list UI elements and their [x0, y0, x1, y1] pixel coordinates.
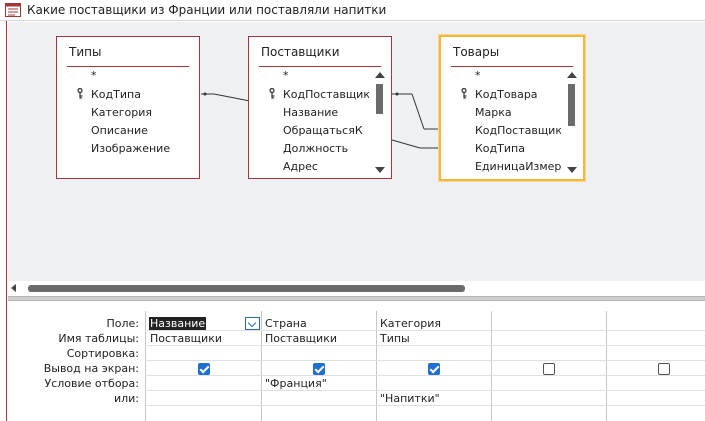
field-item[interactable]: Адрес: [283, 160, 318, 173]
grid-row-divider: [145, 360, 705, 361]
scroll-thumb[interactable]: [28, 285, 465, 292]
row-label-sort: Сортировка:: [66, 347, 139, 360]
diagram-horizontal-scrollbar[interactable]: [8, 281, 705, 295]
title-bar: Какие поставщики из Франции или поставля…: [0, 0, 705, 21]
field-item[interactable]: КодПоставщика: [283, 88, 369, 101]
table-title: Товары: [453, 45, 500, 59]
table-products[interactable]: Товары * КодТовара Марка КодПоставщика К…: [439, 35, 585, 181]
field-item[interactable]: Описание: [91, 124, 148, 137]
scroll-thumb[interactable]: [568, 84, 575, 126]
row-label-or: или:: [113, 392, 139, 405]
grid-row-divider: [145, 330, 705, 331]
chevron-down-icon[interactable]: [245, 317, 260, 330]
scroll-up-icon[interactable]: [567, 72, 577, 78]
scroll-thumb[interactable]: [376, 84, 383, 114]
primary-key-icon: [269, 88, 275, 99]
field-cell[interactable]: Страна: [265, 317, 307, 330]
grid-row-divider: [145, 390, 705, 391]
field-item[interactable]: *: [475, 69, 481, 82]
table-scrollbar[interactable]: [566, 70, 578, 175]
field-item[interactable]: Должность: [283, 142, 348, 155]
field-cell[interactable]: Название: [149, 317, 207, 330]
title-divider: [67, 66, 189, 67]
window-title: Какие поставщики из Франции или поставля…: [27, 3, 387, 17]
scroll-up-icon[interactable]: [375, 72, 385, 78]
show-checkbox[interactable]: [198, 363, 210, 375]
grid-row-divider: [145, 405, 705, 406]
field-item[interactable]: ЕдиницаИзмере: [475, 160, 561, 173]
field-item[interactable]: Название: [283, 106, 338, 119]
field-item[interactable]: *: [283, 69, 289, 82]
row-label-field: Поле:: [106, 317, 139, 330]
show-checkbox[interactable]: [543, 363, 555, 375]
field-item[interactable]: КодТипа: [475, 142, 525, 155]
table-cell[interactable]: Поставщики: [265, 332, 337, 345]
title-divider: [259, 66, 381, 67]
table-cell[interactable]: Типы: [380, 332, 410, 345]
field-item[interactable]: Изображение: [91, 142, 170, 155]
query-grid[interactable]: Поле: Имя таблицы: Сортировка: Вывод на …: [8, 301, 705, 421]
table-cell[interactable]: Поставщики: [150, 332, 222, 345]
field-item[interactable]: Марка: [475, 106, 512, 119]
query-design-icon: [5, 3, 21, 17]
grid-row-divider: [145, 375, 705, 376]
field-item[interactable]: ОбращатьсяК: [283, 124, 369, 137]
or-cell[interactable]: "Напитки": [380, 392, 440, 405]
grid-row-divider: [145, 345, 705, 346]
show-checkbox[interactable]: [313, 363, 325, 375]
row-label-show: Вывод на экран:: [43, 362, 139, 375]
table-scrollbar[interactable]: [374, 70, 386, 175]
field-item[interactable]: *: [91, 69, 97, 82]
left-border: [0, 21, 7, 421]
show-checkbox[interactable]: [428, 363, 440, 375]
show-checkbox[interactable]: [658, 363, 670, 375]
table-types[interactable]: Типы * КодТипа Категория Описание Изобра…: [56, 36, 200, 179]
table-title: Типы: [69, 45, 102, 59]
field-cell[interactable]: Категория: [380, 317, 441, 330]
criteria-cell[interactable]: "Франция": [265, 377, 327, 390]
field-item[interactable]: КодТовара: [475, 88, 538, 101]
scroll-down-icon[interactable]: [567, 167, 577, 173]
row-label-criteria: Условие отбора:: [44, 377, 140, 390]
table-title: Поставщики: [261, 45, 340, 59]
row-label-table: Имя таблицы:: [58, 332, 139, 345]
field-item[interactable]: КодПоставщика: [475, 124, 561, 137]
primary-key-icon: [77, 88, 83, 99]
field-item[interactable]: Категория: [91, 106, 152, 119]
scroll-left-icon[interactable]: [11, 284, 16, 292]
scroll-down-icon[interactable]: [375, 167, 385, 173]
field-item[interactable]: КодТипа: [91, 88, 141, 101]
table-suppliers[interactable]: Поставщики * КодПоставщика Название Обра…: [248, 36, 392, 179]
relationship-diagram[interactable]: Типы * КодТипа Категория Описание Изобра…: [8, 22, 705, 281]
primary-key-icon: [461, 88, 467, 99]
title-divider: [451, 66, 573, 67]
